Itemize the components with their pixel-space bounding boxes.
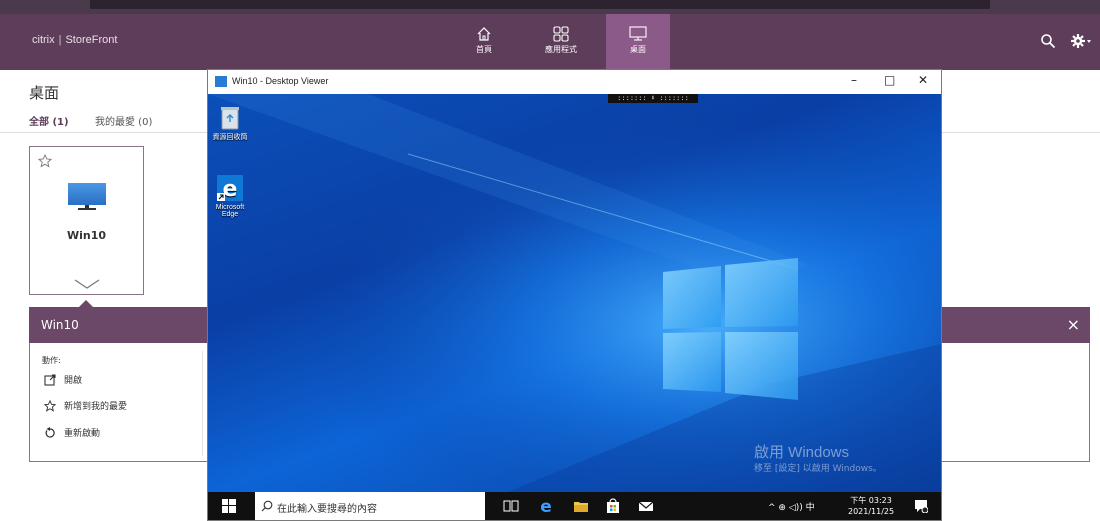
taskbar-clock[interactable]: 下午 03:23 2021/11/25	[848, 495, 894, 517]
settings-gear-icon[interactable]	[1070, 33, 1092, 53]
taskbar-search-box[interactable]: 在此輸入要搜尋的內容	[255, 492, 485, 520]
viewer-toolbar-handle[interactable]: ::::::: ⬇ :::::::	[608, 94, 698, 103]
action-restart-label: 重新啟動	[64, 429, 101, 439]
browser-tab-area	[90, 0, 990, 9]
home-icon	[477, 27, 491, 41]
desktop-icon	[629, 26, 647, 41]
action-open-label: 開啟	[64, 376, 83, 386]
desktop-card-win10[interactable]: Win10	[29, 146, 144, 295]
desktop-icon-label: 資源回收筒	[212, 134, 248, 141]
tab-apps-label: 應用程式	[545, 45, 577, 54]
actions-label: 動作:	[42, 356, 61, 365]
tab-home[interactable]: 首頁	[452, 14, 516, 70]
tab-home-label: 首頁	[476, 45, 492, 54]
system-tray[interactable]: ^ ⊕ ◁)) 中	[768, 500, 815, 513]
clock-time: 下午 03:23	[850, 496, 892, 505]
action-add-favorite-label: 新增到我的最愛	[64, 402, 128, 412]
brand-logo: citrix | StoreFront	[32, 34, 118, 46]
edge-taskbar-icon[interactable]: e	[538, 497, 554, 518]
notification-icon[interactable]	[914, 498, 929, 517]
activate-windows-title: 啟用 Windows	[754, 444, 850, 461]
desktop-card-name: Win10	[66, 229, 107, 242]
search-icon	[261, 500, 273, 512]
maximize-button[interactable]: □	[884, 73, 895, 87]
apps-icon	[553, 26, 569, 42]
panel-separator	[202, 351, 203, 456]
citrix-logo: citrix	[32, 34, 55, 46]
storefront-label: StoreFront	[65, 34, 118, 46]
browser-top-strip	[0, 0, 1100, 14]
search-icon[interactable]	[1040, 33, 1056, 53]
windows-wallpaper	[208, 94, 941, 492]
activate-windows-subtitle: 移至 [設定] 以啟用 Windows。	[754, 464, 882, 474]
divider	[940, 132, 1100, 133]
file-explorer-icon[interactable]	[573, 498, 589, 517]
remote-desktop[interactable]: ::::::: ⬇ ::::::: 資源回收筒 e Microsoft Edge…	[208, 94, 941, 492]
page-title: 桌面	[29, 84, 60, 102]
store-icon[interactable]	[605, 498, 621, 518]
desktop-icon-label: Microsoft Edge	[215, 204, 245, 218]
monitor-icon	[67, 182, 107, 216]
divider	[0, 132, 210, 133]
mail-icon[interactable]	[638, 498, 654, 517]
desktop-icon-recycle-bin[interactable]: 資源回收筒	[210, 106, 250, 142]
action-add-favorite[interactable]: 新增到我的最愛	[44, 399, 127, 412]
details-close-button[interactable]: ×	[1067, 315, 1080, 334]
chevron-down-icon[interactable]	[74, 275, 100, 294]
filter-all[interactable]: 全部 (1)	[29, 113, 69, 128]
filter-favorites[interactable]: 我的最愛 (0)	[95, 113, 152, 128]
recycle-bin-icon	[221, 107, 239, 130]
tab-apps[interactable]: 應用程式	[529, 14, 593, 70]
windows-taskbar: 在此輸入要搜尋的內容 e ^ ⊕ ◁)) 中 下午 03:23 2021/11/…	[208, 492, 941, 520]
close-button[interactable]: ✕	[918, 73, 928, 87]
action-open[interactable]: 開啟	[44, 373, 82, 386]
open-icon	[44, 373, 56, 386]
viewer-app-icon	[215, 76, 227, 87]
viewer-titlebar[interactable]: Win10 - Desktop Viewer – □ ✕	[208, 70, 941, 94]
minimize-button[interactable]: –	[851, 73, 857, 87]
task-view-icon[interactable]	[503, 498, 519, 517]
windows-start-icon[interactable]	[222, 498, 236, 517]
tab-desktops[interactable]: 桌面	[606, 14, 670, 70]
action-restart[interactable]: 重新啟動	[44, 426, 100, 439]
edge-icon: e	[217, 175, 243, 202]
storefront-header: citrix | StoreFront 首頁 應用程式 桌面	[0, 14, 1100, 70]
taskbar-search-placeholder: 在此輸入要搜尋的內容	[277, 504, 377, 515]
svg-text:e: e	[540, 498, 552, 514]
favorite-star-icon[interactable]	[37, 153, 53, 172]
desktop-icon-edge[interactable]: e Microsoft Edge	[210, 174, 250, 218]
desktop-viewer-window[interactable]: Win10 - Desktop Viewer – □ ✕::::::: ⬇:…	[207, 69, 942, 521]
star-icon	[44, 399, 56, 412]
restart-icon	[45, 426, 55, 438]
viewer-title: Win10 - Desktop Viewer	[232, 76, 329, 86]
details-title: Win10	[41, 318, 79, 332]
tab-desktops-label: 桌面	[630, 45, 646, 54]
clock-date: 2021/11/25	[848, 507, 895, 516]
